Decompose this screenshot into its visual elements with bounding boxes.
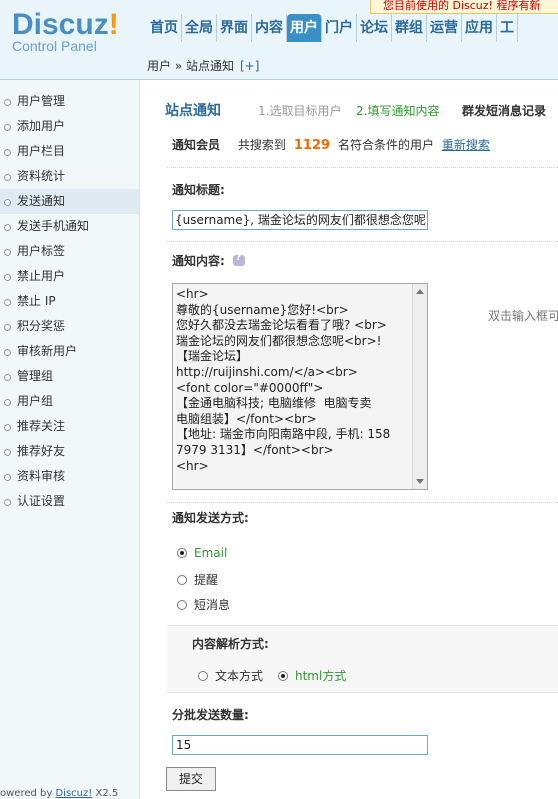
sidebar-item-add-user[interactable]: 添加用户 [0,114,139,139]
nav-tab-global[interactable]: 全局 [182,14,217,42]
radio-pm[interactable] [177,600,187,610]
nav-tab-tools[interactable]: 工 [497,14,518,42]
sidebar-item-ban-ip[interactable]: 禁止 IP [0,289,139,314]
nav-tab-interface[interactable]: 界面 [217,14,252,42]
sidebar-item-user-fields[interactable]: 用户栏目 [0,139,139,164]
parse-html-option[interactable]: html方式 [278,667,346,684]
sidebar-item-moderate-users[interactable]: 审核新用户 [0,339,139,364]
pm-log-link[interactable]: 群发短消息记录 [462,102,546,119]
step-select-users[interactable]: 1.选取目标用户 [258,102,341,119]
admin-control-panel: Discuz! Control Panel 您目前使用的 Discuz! 程序有… [0,0,558,799]
nav-tab-content[interactable]: 内容 [252,14,287,42]
breadcrumb-path: 用户 » 站点通知 [147,59,234,73]
sidebar-item-ban-user[interactable]: 禁止用户 [0,264,139,289]
sidebar-item-verify-settings[interactable]: 认证设置 [0,489,139,514]
scroll-down-arrow-icon[interactable] [416,479,424,484]
subject-label: 通知标题: [172,183,225,197]
radio-html-mode[interactable] [278,671,288,681]
send-method-label: 通知发送方式: [172,511,249,525]
sidebar-item-admin-groups[interactable]: 管理组 [0,364,139,389]
divider [167,241,558,242]
powered-by: owered by Discuz! X2.5 [0,788,119,799]
main-content: 站点通知 1.选取目标用户 2.填写通知内容 群发短消息记录 通知会员 共搜索到… [141,80,558,799]
subject-input[interactable]: {username}, 瑞金论坛的网友们都很想念您呢 [172,210,428,230]
sidebar-item-credits[interactable]: 积分奖惩 [0,314,139,339]
content-text[interactable]: <hr> 尊敬的{username}您好!<br> 您好久都没去瑞金论坛看看了哦… [173,284,413,489]
divider [167,502,558,503]
sidebar: 用户管理 添加用户 用户栏目 资料统计 发送通知 发送手机通知 用户标签 禁止用… [0,80,140,799]
parse-method-label: 内容解析方式: [192,637,269,651]
batch-label: 分批发送数量: [172,708,249,722]
nav-tab-home[interactable]: 首页 [147,14,182,42]
sidebar-item-user-manage[interactable]: 用户管理 [0,89,139,114]
breadcrumb: 用户 » 站点通知 [+] [147,52,259,80]
content-textarea[interactable]: <hr> 尊敬的{username}您好!<br> 您好久都没去瑞金论坛看看了哦… [172,283,428,490]
batch-count-input[interactable]: 15 [172,735,428,755]
radio-email[interactable] [177,548,187,558]
sidebar-item-profile-stats[interactable]: 资料统计 [0,164,139,189]
add-shortcut-button[interactable]: [+] [240,59,259,73]
send-method-pm[interactable]: 短消息 [177,596,230,613]
help-icon[interactable] [232,253,245,266]
sidebar-item-profile-review[interactable]: 资料审核 [0,464,139,489]
top-nav: 首页 全局 界面 内容 用户 门户 论坛 群组 运营 应用 工 [147,14,518,42]
textarea-scrollbar[interactable] [412,284,427,489]
scroll-up-arrow-icon[interactable] [416,289,424,294]
nav-tab-portal[interactable]: 门户 [322,14,357,42]
submit-button[interactable]: 提交 [166,767,216,791]
page-title: 站点通知 [165,103,221,119]
discuz-link[interactable]: Discuz! [55,788,92,799]
research-link[interactable]: 重新搜索 [442,138,490,152]
members-count: 1129 [293,138,331,153]
sidebar-item-send-notice[interactable]: 发送通知 [0,189,139,214]
radio-notify[interactable] [177,575,187,585]
send-method-email[interactable]: Email [177,546,227,560]
update-notice[interactable]: 您目前使用的 Discuz! 程序有新 [370,0,558,14]
members-row: 通知会员 共搜索到 1129 名符合条件的用户 重新搜索 [172,138,490,153]
nav-tab-operation[interactable]: 运营 [427,14,462,42]
nav-tab-user[interactable]: 用户 [287,14,322,42]
divider [167,167,558,168]
discuz-logo[interactable]: Discuz! Control Panel [12,8,119,54]
sidebar-item-send-sms[interactable]: 发送手机通知 [0,214,139,239]
parse-text-option[interactable]: 文本方式 [198,667,263,684]
members-label: 通知会员 [172,138,221,152]
logo-text: Discuz [12,8,109,41]
nav-tab-group[interactable]: 群组 [392,14,427,42]
content-label: 通知内容: [172,252,245,269]
logo-bang: ! [108,8,119,41]
sidebar-item-recommend-friends[interactable]: 推荐好友 [0,439,139,464]
sidebar-item-user-groups[interactable]: 用户组 [0,389,139,414]
step-fill-content: 2.填写通知内容 [356,104,440,118]
dblclick-hint: 双击输入框可 [488,309,558,323]
radio-text-mode[interactable] [198,671,208,681]
nav-tab-forum[interactable]: 论坛 [357,14,392,42]
send-method-notify[interactable]: 提醒 [177,571,218,588]
header: Discuz! Control Panel 您目前使用的 Discuz! 程序有… [0,0,558,80]
nav-tab-app[interactable]: 应用 [462,14,497,42]
sidebar-item-recommend-follow[interactable]: 推荐关注 [0,414,139,439]
sidebar-item-user-tags[interactable]: 用户标签 [0,239,139,264]
